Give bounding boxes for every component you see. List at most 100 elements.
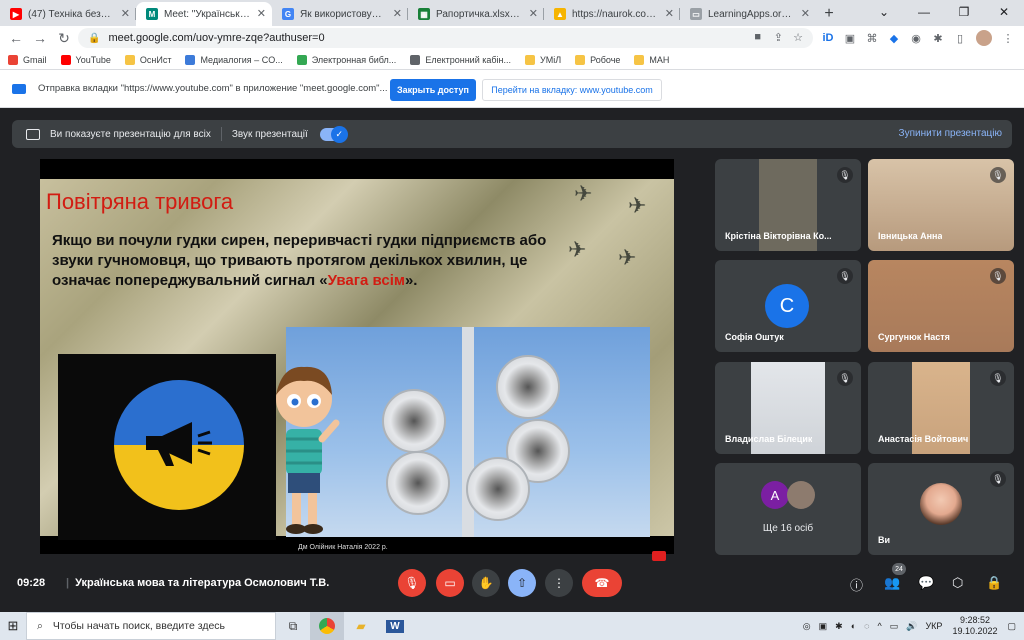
- menu-icon[interactable]: ⋮: [1000, 30, 1016, 46]
- info-icon[interactable]: ⓘ: [850, 575, 863, 594]
- search-placeholder: Чтобы начать поиск, введите здесь: [52, 620, 226, 632]
- sheets-icon: ▦: [418, 8, 430, 20]
- more-icon: ⋮: [553, 576, 565, 590]
- chrome-icon[interactable]: ◎: [803, 621, 811, 632]
- reload-icon[interactable]: ↻: [52, 30, 76, 47]
- participant-tile[interactable]: 🎙 Сургунюк Настя: [868, 260, 1014, 352]
- forward-icon[interactable]: →: [28, 30, 52, 46]
- more-participants-tile[interactable]: A Ще 16 осіб: [715, 463, 861, 555]
- bookmark-item[interactable]: УМіЛ: [525, 54, 561, 65]
- avatar[interactable]: [976, 30, 992, 46]
- participant-tile[interactable]: С 🎙 Софія Оштук: [715, 260, 861, 352]
- host-controls-icon[interactable]: 🔒: [986, 575, 1002, 591]
- address-bar[interactable]: 🔒 meet.google.com/uov-ymre-zqe?authuser=…: [78, 28, 813, 48]
- tray-clock[interactable]: 9:28:52 19.10.2022: [952, 615, 997, 637]
- sharing-message: Отправка вкладки "https://www.youtube.co…: [38, 83, 388, 94]
- present-now-button[interactable]: ⇧: [508, 569, 536, 597]
- presentation-bar: Ви показуєте презентацію для всіх Звук п…: [12, 120, 1012, 148]
- taskbar-search[interactable]: ⌕ Чтобы начать поиск, введите здесь: [26, 612, 276, 640]
- more-options-button[interactable]: ⋮: [545, 569, 573, 597]
- chevron-up-icon[interactable]: ^: [878, 621, 882, 631]
- close-icon[interactable]: ✕: [665, 7, 674, 20]
- browser-tab[interactable]: ▶ (47) Техніка безпеки ✕: [0, 2, 136, 26]
- tray-icon[interactable]: ◌: [864, 621, 869, 631]
- avatar: A: [761, 481, 789, 509]
- close-icon[interactable]: ✕: [393, 7, 402, 20]
- sidepanel-icon[interactable]: ▯: [952, 30, 968, 46]
- bookmark-item[interactable]: Электронная библ...: [296, 54, 396, 65]
- search-icon: ⌕: [37, 619, 43, 632]
- self-tile[interactable]: 🎙 Ви: [868, 463, 1014, 555]
- bookmark-item[interactable]: Електронний кабін...: [410, 54, 511, 65]
- participant-tile[interactable]: 🎙 Владислав Білецик: [715, 362, 861, 454]
- windows-start-icon[interactable]: ⊞: [0, 612, 26, 640]
- participant-tile[interactable]: 🎙 Крістіна Вікторівна Ко...: [715, 159, 861, 251]
- drop-icon[interactable]: ◆: [886, 30, 902, 46]
- close-icon[interactable]: ✕: [121, 7, 130, 20]
- camera-toggle-button[interactable]: ▭: [436, 569, 464, 597]
- new-tab-button[interactable]: +: [816, 2, 842, 26]
- bookmark-item[interactable]: Gmail: [8, 54, 47, 65]
- mic-off-icon: 🎙: [990, 370, 1006, 386]
- star-icon[interactable]: ☆: [793, 31, 803, 44]
- close-window-icon[interactable]: ✕: [984, 0, 1024, 24]
- lock-icon[interactable]: 🔒: [88, 33, 100, 44]
- bookmark-item[interactable]: ОснИст: [124, 54, 171, 65]
- youtube-icon: [60, 54, 71, 65]
- browser-tab[interactable]: ▭ LearningApps.org - інте ✕: [680, 2, 816, 26]
- sound-toggle[interactable]: ✓: [319, 125, 348, 143]
- leave-call-button[interactable]: ☎: [582, 569, 622, 597]
- close-icon[interactable]: ✕: [801, 7, 810, 20]
- bookmark-item[interactable]: Медиалогия – CO...: [185, 54, 283, 65]
- participant-tile[interactable]: 🎙 Анастасія Войтович: [868, 362, 1014, 454]
- switch-tab-button[interactable]: Перейти на вкладку: www.youtube.com: [482, 79, 662, 101]
- bluetooth-icon[interactable]: ✱: [835, 621, 843, 632]
- window-controls: ⌄ — ❐ ✕: [864, 0, 1024, 24]
- tray-icon[interactable]: ▣: [819, 621, 828, 632]
- activities-icon[interactable]: ⬡: [952, 575, 963, 591]
- puzzle-icon[interactable]: ✱: [930, 30, 946, 46]
- folder-icon: [575, 54, 586, 65]
- mic-toggle-button[interactable]: 🎙: [398, 569, 426, 597]
- chrome-icon[interactable]: [310, 612, 344, 640]
- participant-name: Владислав Білецик: [725, 434, 813, 444]
- explorer-icon[interactable]: ▰: [344, 612, 378, 640]
- stop-sharing-button[interactable]: Закрыть доступ: [390, 79, 476, 101]
- bookmark-item[interactable]: YouTube: [60, 54, 111, 65]
- tab-search-icon[interactable]: ⌄: [864, 0, 904, 24]
- extension-icon[interactable]: ◉: [908, 30, 924, 46]
- slide-text: Якщо ви почули гудки сирен, переривчасті…: [52, 232, 547, 289]
- people-icon[interactable]: 👥: [884, 575, 900, 591]
- extension-icon[interactable]: ▣: [842, 30, 858, 46]
- language-indicator[interactable]: УКР: [925, 621, 942, 631]
- hangup-icon: ☎: [594, 576, 610, 590]
- chat-icon[interactable]: 💬: [918, 575, 934, 591]
- share-icon[interactable]: ⇪: [774, 31, 783, 44]
- browser-tab[interactable]: G Як використовувати сер ✕: [272, 2, 408, 26]
- camera-icon[interactable]: ■: [754, 31, 761, 43]
- word-icon[interactable]: W: [378, 612, 412, 640]
- bookmark-item[interactable]: МАН: [634, 54, 669, 65]
- url-text[interactable]: meet.google.com/uov-ymre-zqe?authuser=0: [108, 32, 324, 44]
- stop-presenting-button[interactable]: Зупинити презентацію: [899, 128, 1002, 139]
- browser-tab-active[interactable]: M Meet: "Українська м ✕: [136, 2, 272, 26]
- notifications-icon[interactable]: ▢: [1007, 621, 1016, 632]
- network-icon[interactable]: ▭: [890, 621, 899, 632]
- task-view-icon[interactable]: ⧉: [276, 612, 310, 640]
- close-icon[interactable]: ✕: [257, 7, 266, 20]
- close-icon[interactable]: ✕: [529, 7, 538, 20]
- extension-icon[interactable]: iD: [820, 30, 836, 46]
- tray-icon[interactable]: ◐: [851, 621, 856, 631]
- avatar: С: [765, 284, 809, 328]
- windows-taskbar: ⊞ ⌕ Чтобы начать поиск, введите здесь ⧉ ▰…: [0, 612, 1024, 640]
- extension-icon[interactable]: ⌘: [864, 30, 880, 46]
- browser-tab[interactable]: ▲ https://naurok.com.ua/te ✕: [544, 2, 680, 26]
- minimize-icon[interactable]: —: [904, 0, 944, 24]
- back-icon[interactable]: ←: [4, 30, 28, 46]
- browser-tab[interactable]: ▦ Рапортичка.xlsx - Googl ✕: [408, 2, 544, 26]
- volume-icon[interactable]: 🔊: [906, 621, 917, 632]
- raise-hand-button[interactable]: ✋: [472, 569, 500, 597]
- restore-icon[interactable]: ❐: [944, 0, 984, 24]
- participant-tile[interactable]: 🎙 Івницька Анна: [868, 159, 1014, 251]
- bookmark-item[interactable]: Робоче: [575, 54, 620, 65]
